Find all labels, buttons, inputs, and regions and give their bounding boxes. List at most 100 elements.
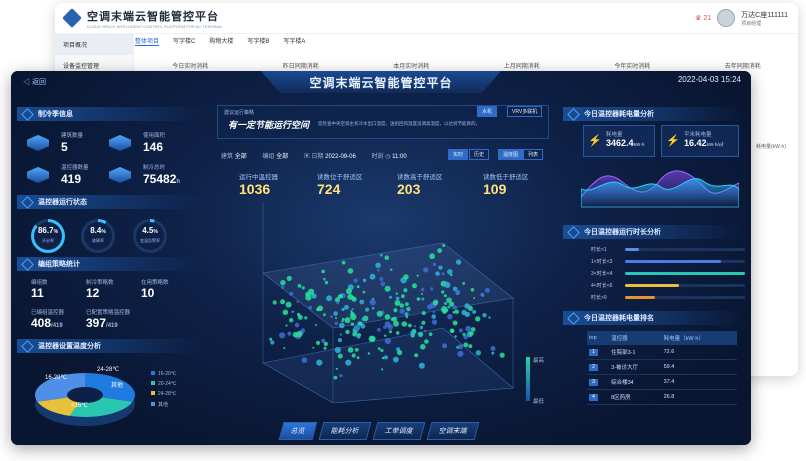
scatter-point [323, 313, 326, 317]
mode-history[interactable]: 历史 [469, 149, 490, 160]
scatter-point [441, 290, 445, 294]
scatter-point [452, 320, 458, 326]
kpi-value: 16.42 [684, 138, 707, 148]
table-row[interactable]: 3 综合楼34 37.4 [587, 374, 737, 390]
diamond-icon [21, 257, 34, 271]
scatter-point [482, 313, 487, 318]
legend-dot [151, 402, 155, 406]
scatter-point [334, 346, 341, 354]
scatter-point [435, 271, 440, 276]
nav-ac-terminal[interactable]: 空调末端 [426, 422, 480, 440]
scatter-point [334, 321, 338, 325]
strategy-sub: /419 [106, 323, 118, 329]
scatter-point [488, 316, 491, 319]
nav-energy[interactable]: 能耗分析 [318, 422, 372, 440]
pie-legend: 16-20℃ 20-24℃ 24-28℃ 其他 [151, 371, 176, 412]
scatter-point [405, 315, 409, 319]
strategy-panel: 建议运行策略 有一定节能运行空间 您检查中央空调主机冷水出口温度、送组回风温度设… [217, 105, 549, 139]
nav-workorder[interactable]: 工单调度 [372, 422, 426, 440]
table-row[interactable]: 2 3-被诊大厅 59.4 [587, 359, 737, 375]
strategy-value: 11 [31, 286, 44, 300]
rank-value: 59.4 [661, 359, 737, 375]
energy-kpi-card: ⚡ 耗电量 3462.4kW·h [583, 125, 655, 157]
scatter-point [285, 324, 288, 327]
rank-name: 3-被诊大厅 [609, 359, 662, 375]
filter-time-input[interactable]: 11:00 [392, 154, 407, 160]
legend-label: 16-20℃ [158, 371, 177, 377]
runtime-label: 时长>9 [591, 294, 607, 301]
scatter-point [365, 307, 370, 312]
legend-dot [151, 371, 155, 375]
tab-office-c[interactable]: 写字楼C [173, 36, 195, 46]
scatter-point [455, 259, 462, 265]
runtime-fill [625, 247, 640, 251]
table-row[interactable]: 4 8区药房 26.8 [587, 389, 737, 405]
tab-office-b[interactable]: 写字楼B [247, 36, 269, 46]
stat-label: 上月同期消耗 [503, 64, 540, 70]
mode-realtime[interactable]: 实时 [448, 149, 469, 160]
tab-mall[interactable]: 购物大楼 [209, 36, 233, 46]
tab-office-a[interactable]: 写字楼A [283, 36, 305, 46]
scatter-point [431, 314, 436, 319]
scatter-point [417, 331, 424, 337]
filter-building-select[interactable]: 全部 [235, 154, 247, 160]
scatter-point [397, 349, 403, 356]
dashboard-window: ◁ 返回 空调末端云智能管控平台 2022-04-03 15:24 制冷季信息 … [11, 71, 751, 445]
strategy-slogan: 有一定节能运行空间 [228, 120, 310, 130]
scatter-point [350, 322, 355, 326]
building-tabs: 整体项目 写字楼C 购物大楼 写字楼B 写字楼A [135, 36, 305, 46]
scatter-point [289, 318, 294, 323]
scatter-point [272, 300, 277, 305]
scatter-point [404, 312, 409, 317]
scatter-point [353, 278, 358, 283]
consumption-stats-row: 今日实时消耗 昨日同期消耗 本月实时消耗 上月同期消耗 今年实时消耗 去年同期消… [135, 61, 798, 70]
avatar[interactable] [717, 9, 736, 27]
kpi-label: 平米耗电量 [684, 132, 712, 138]
diamond-icon [567, 225, 580, 239]
scatter-point [296, 300, 299, 303]
strategy-value: 397 [86, 316, 107, 330]
metric-label: 运行中温控器 [239, 174, 278, 181]
scatter-point [381, 356, 385, 360]
scatter-point [345, 359, 352, 366]
lightning-icon: ⚡ [666, 135, 680, 147]
scatter-point [301, 286, 305, 290]
alert-bell-icon[interactable]: ♛ 21 [695, 14, 711, 22]
table-row[interactable]: 1 住院部3-1 72.6 [587, 345, 737, 360]
scatter-point [335, 317, 337, 320]
toggle-vrv[interactable]: VRV多联机 [507, 106, 543, 117]
runtime-track [625, 283, 745, 287]
temp-distribution-pie: 16-20℃ 24-28℃ 其他 <16℃ [34, 367, 135, 426]
back-button[interactable]: ◁ 返回 [23, 77, 46, 87]
scatter-legend-bar [526, 357, 530, 401]
stat-label: 今年实时消耗 [614, 64, 651, 70]
scatter-point [419, 325, 424, 330]
toggle-water-chiller[interactable]: 水机 [477, 106, 498, 117]
bottom-nav: 总览 能耗分析 工单调度 空调末端 [278, 422, 480, 440]
view-temp-map[interactable]: 温度图 [498, 149, 524, 160]
alert-count: 21 [703, 15, 712, 22]
runtime-row: 3<时长<4 [591, 269, 745, 277]
legend-label: 20-24℃ [158, 381, 177, 387]
tab-all[interactable]: 整体项目 [135, 36, 160, 46]
scatter-point [283, 347, 286, 350]
view-list[interactable]: 列表 [523, 149, 544, 160]
dashboard-topbar: ◁ 返回 空调末端云智能管控平台 2022-04-03 15:24 [11, 71, 751, 93]
sidebar-item-overview[interactable]: 项目概况 [55, 34, 133, 55]
scatter-point [423, 267, 429, 273]
scatter-point [399, 308, 405, 314]
scatter-point [414, 353, 419, 358]
scatter-point [371, 306, 375, 310]
nav-overview[interactable]: 总览 [278, 422, 318, 440]
filter-date-input[interactable]: 2022-09-06 [325, 154, 356, 160]
scatter-point [359, 299, 365, 305]
scatter-point [442, 244, 446, 247]
diamond-icon [567, 107, 580, 121]
scatter-point [377, 347, 381, 350]
scatter-point [421, 320, 426, 325]
scatter-point [389, 295, 392, 299]
scatter-point [393, 308, 398, 313]
strategy-sub: /419 [51, 323, 63, 329]
pie-label: 24-28℃ [97, 367, 119, 373]
filter-group-select[interactable]: 全部 [276, 154, 288, 160]
